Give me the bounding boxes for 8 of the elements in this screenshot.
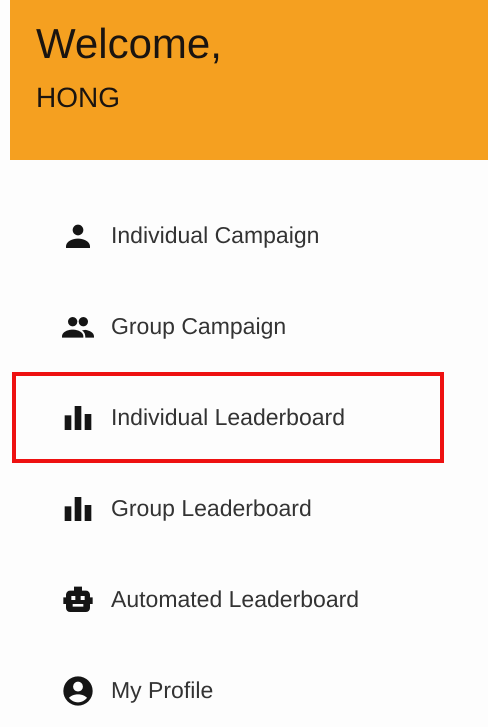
menu-item[interactable]: Individual Campaign (12, 190, 444, 281)
menu-item[interactable]: Automated Leaderboard (12, 554, 444, 645)
menu-item[interactable]: Group Campaign (12, 281, 444, 372)
menu-item[interactable]: Group Leaderboard (12, 463, 444, 554)
menu-item[interactable]: My Profile (12, 645, 444, 727)
user-name: HONG (36, 81, 121, 115)
menu-item[interactable]: Individual Leaderboard (12, 372, 444, 463)
welcome-title: Welcome, (36, 19, 223, 69)
